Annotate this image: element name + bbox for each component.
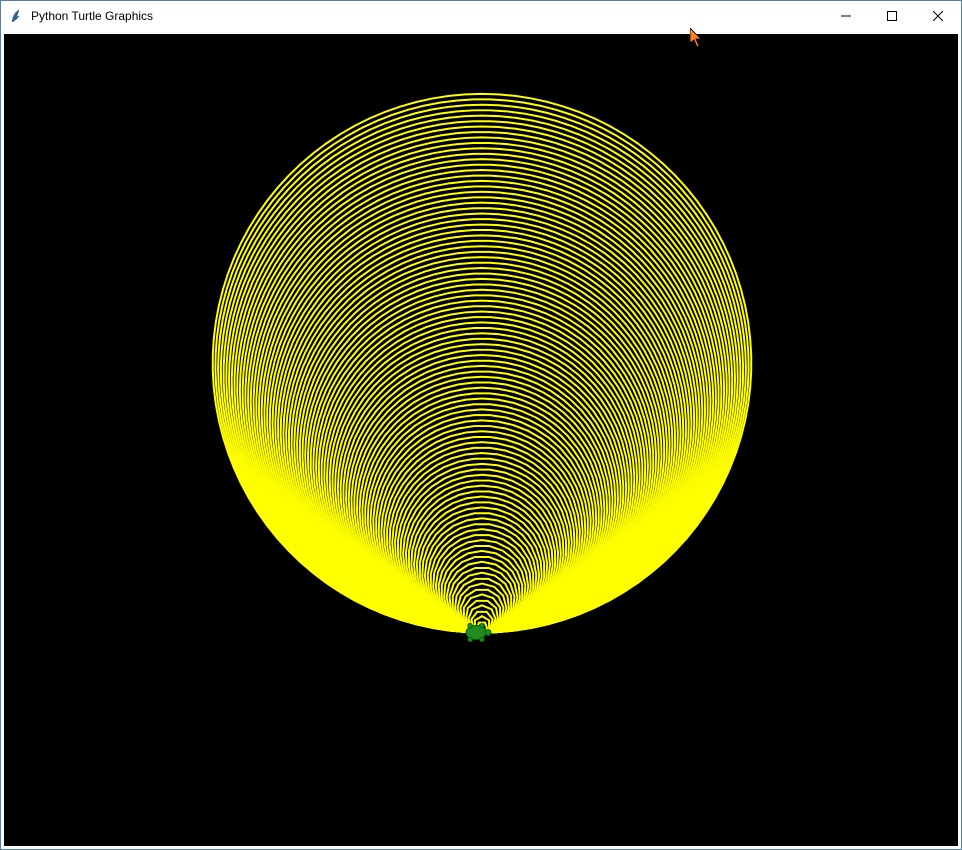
turtle-canvas[interactable] [4,34,958,846]
title-bar[interactable]: Python Turtle Graphics [1,1,961,31]
turtle-drawing [4,34,958,846]
close-button[interactable] [915,1,961,31]
app-window: Python Turtle Graphics [0,0,962,850]
python-feather-icon [9,8,25,24]
maximize-button[interactable] [869,1,915,31]
minimize-button[interactable] [823,1,869,31]
window-title: Python Turtle Graphics [31,9,153,23]
window-controls [823,1,961,31]
canvas-frame [1,31,961,849]
